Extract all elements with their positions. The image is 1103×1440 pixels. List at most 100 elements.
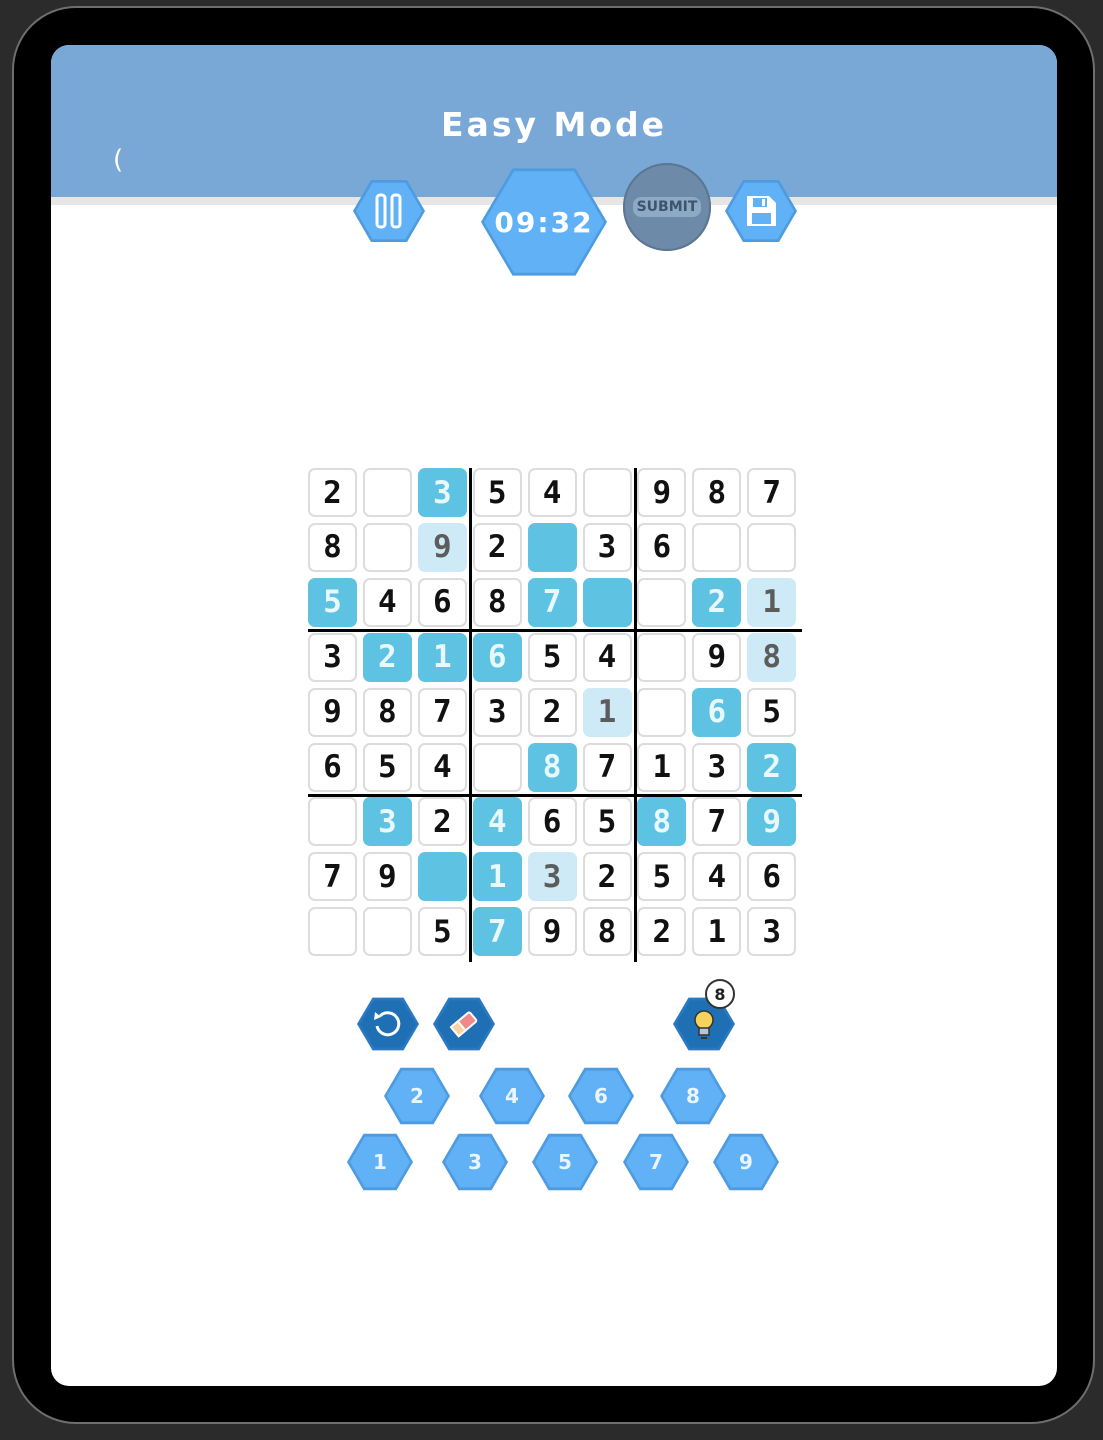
- sudoku-cell[interactable]: 8: [308, 522, 357, 572]
- sudoku-cell[interactable]: 8: [582, 907, 632, 957]
- sudoku-cell[interactable]: 4: [692, 852, 742, 902]
- sudoku-cell[interactable]: 2: [417, 797, 467, 847]
- sudoku-cell[interactable]: 8: [362, 687, 412, 737]
- sudoku-cell[interactable]: 3: [308, 632, 357, 682]
- sudoku-cell[interactable]: 5: [417, 907, 467, 957]
- number-button-face: 2: [387, 1070, 447, 1122]
- sudoku-cell[interactable]: 1: [747, 577, 797, 627]
- sudoku-cell[interactable]: 7: [747, 468, 797, 517]
- sudoku-cell[interactable]: 3: [582, 522, 632, 572]
- number-button[interactable]: 5: [532, 1133, 598, 1191]
- eraser-icon: [449, 1011, 478, 1038]
- sudoku-cell[interactable]: 4: [527, 468, 577, 517]
- sudoku-cell[interactable]: 4: [582, 632, 632, 682]
- erase-button[interactable]: [433, 997, 495, 1051]
- sudoku-cell[interactable]: 9: [362, 852, 412, 902]
- sudoku-cell[interactable]: 1: [417, 632, 467, 682]
- number-button[interactable]: 2: [384, 1067, 450, 1125]
- sudoku-cell[interactable]: 3: [362, 797, 412, 847]
- sudoku-cell[interactable]: 8: [692, 468, 742, 517]
- sudoku-cell[interactable]: 9: [637, 468, 687, 517]
- sudoku-cell[interactable]: 4: [362, 577, 412, 627]
- sudoku-cell[interactable]: 5: [362, 742, 412, 792]
- number-button[interactable]: 1: [347, 1133, 413, 1191]
- sudoku-cell[interactable]: 3: [472, 687, 522, 737]
- sudoku-cell[interactable]: 7: [308, 852, 357, 902]
- number-button[interactable]: 9: [713, 1133, 779, 1191]
- sudoku-cell[interactable]: 8: [527, 742, 577, 792]
- number-label: 2: [410, 1084, 424, 1108]
- sudoku-cell[interactable]: 9: [747, 797, 797, 847]
- undo-icon: [374, 1011, 401, 1037]
- sudoku-cell[interactable]: [637, 632, 687, 682]
- sudoku-cell[interactable]: 5: [747, 687, 797, 737]
- sudoku-cell[interactable]: 4: [417, 742, 467, 792]
- number-button[interactable]: 8: [660, 1067, 726, 1125]
- sudoku-cell[interactable]: 7: [692, 797, 742, 847]
- number-button[interactable]: 7: [623, 1133, 689, 1191]
- sudoku-cell[interactable]: 2: [692, 577, 742, 627]
- sudoku-cell[interactable]: [308, 797, 357, 847]
- sudoku-cell[interactable]: 6: [747, 852, 797, 902]
- sudoku-cell[interactable]: 7: [582, 742, 632, 792]
- sudoku-cell[interactable]: 9: [692, 632, 742, 682]
- sudoku-cell[interactable]: [582, 577, 632, 627]
- sudoku-cell[interactable]: 8: [637, 797, 687, 847]
- sudoku-cell[interactable]: 5: [637, 852, 687, 902]
- sudoku-cell[interactable]: 2: [308, 468, 357, 517]
- number-button[interactable]: 6: [568, 1067, 634, 1125]
- sudoku-cell[interactable]: 2: [637, 907, 687, 957]
- sudoku-cell[interactable]: [362, 907, 412, 957]
- sudoku-cell[interactable]: 8: [472, 577, 522, 627]
- sudoku-cell[interactable]: [472, 742, 522, 792]
- back-button[interactable]: (: [113, 145, 123, 175]
- sudoku-cell[interactable]: 5: [527, 632, 577, 682]
- sudoku-cell[interactable]: [637, 577, 687, 627]
- hint-count-badge: 8: [705, 979, 735, 1009]
- sudoku-cell[interactable]: 6: [417, 577, 467, 627]
- sudoku-cell[interactable]: 9: [527, 907, 577, 957]
- sudoku-cell[interactable]: [637, 687, 687, 737]
- sudoku-cell[interactable]: 3: [527, 852, 577, 902]
- submit-button[interactable]: SUBMIT: [623, 163, 711, 251]
- sudoku-cell[interactable]: 5: [308, 577, 357, 627]
- sudoku-cell[interactable]: 1: [582, 687, 632, 737]
- sudoku-cell[interactable]: [527, 522, 577, 572]
- sudoku-cell[interactable]: 2: [472, 522, 522, 572]
- sudoku-cell[interactable]: [362, 522, 412, 572]
- sudoku-cell[interactable]: 2: [747, 742, 797, 792]
- sudoku-cell[interactable]: 8: [747, 632, 797, 682]
- number-button[interactable]: 3: [442, 1133, 508, 1191]
- sudoku-cell[interactable]: 5: [582, 797, 632, 847]
- sudoku-cell[interactable]: [362, 468, 412, 517]
- sudoku-cell[interactable]: [417, 852, 467, 902]
- sudoku-cell[interactable]: 6: [527, 797, 577, 847]
- sudoku-cell[interactable]: 3: [417, 468, 467, 517]
- sudoku-cell[interactable]: 9: [308, 687, 357, 737]
- sudoku-cell[interactable]: 6: [308, 742, 357, 792]
- sudoku-cell[interactable]: 2: [362, 632, 412, 682]
- sudoku-cell[interactable]: 7: [527, 577, 577, 627]
- sudoku-cell[interactable]: 2: [582, 852, 632, 902]
- sudoku-cell[interactable]: 6: [472, 632, 522, 682]
- sudoku-cell[interactable]: [582, 468, 632, 517]
- sudoku-cell[interactable]: 1: [637, 742, 687, 792]
- sudoku-cell[interactable]: 1: [692, 907, 742, 957]
- undo-button[interactable]: [357, 997, 419, 1051]
- sudoku-cell[interactable]: 7: [417, 687, 467, 737]
- sudoku-cell[interactable]: 9: [417, 522, 467, 572]
- number-button[interactable]: 4: [479, 1067, 545, 1125]
- sudoku-cell[interactable]: 6: [637, 522, 687, 572]
- sudoku-cell[interactable]: [308, 907, 357, 957]
- sudoku-cell[interactable]: 5: [472, 468, 522, 517]
- sudoku-cell[interactable]: 3: [747, 907, 797, 957]
- sudoku-cell[interactable]: 3: [692, 742, 742, 792]
- sudoku-cell[interactable]: 6: [692, 687, 742, 737]
- sudoku-cell[interactable]: 2: [527, 687, 577, 737]
- sudoku-cell[interactable]: [747, 522, 797, 572]
- sudoku-cell[interactable]: [692, 522, 742, 572]
- save-button-face: [728, 182, 794, 240]
- sudoku-cell[interactable]: 1: [472, 852, 522, 902]
- sudoku-cell[interactable]: 4: [472, 797, 522, 847]
- sudoku-cell[interactable]: 7: [472, 907, 522, 957]
